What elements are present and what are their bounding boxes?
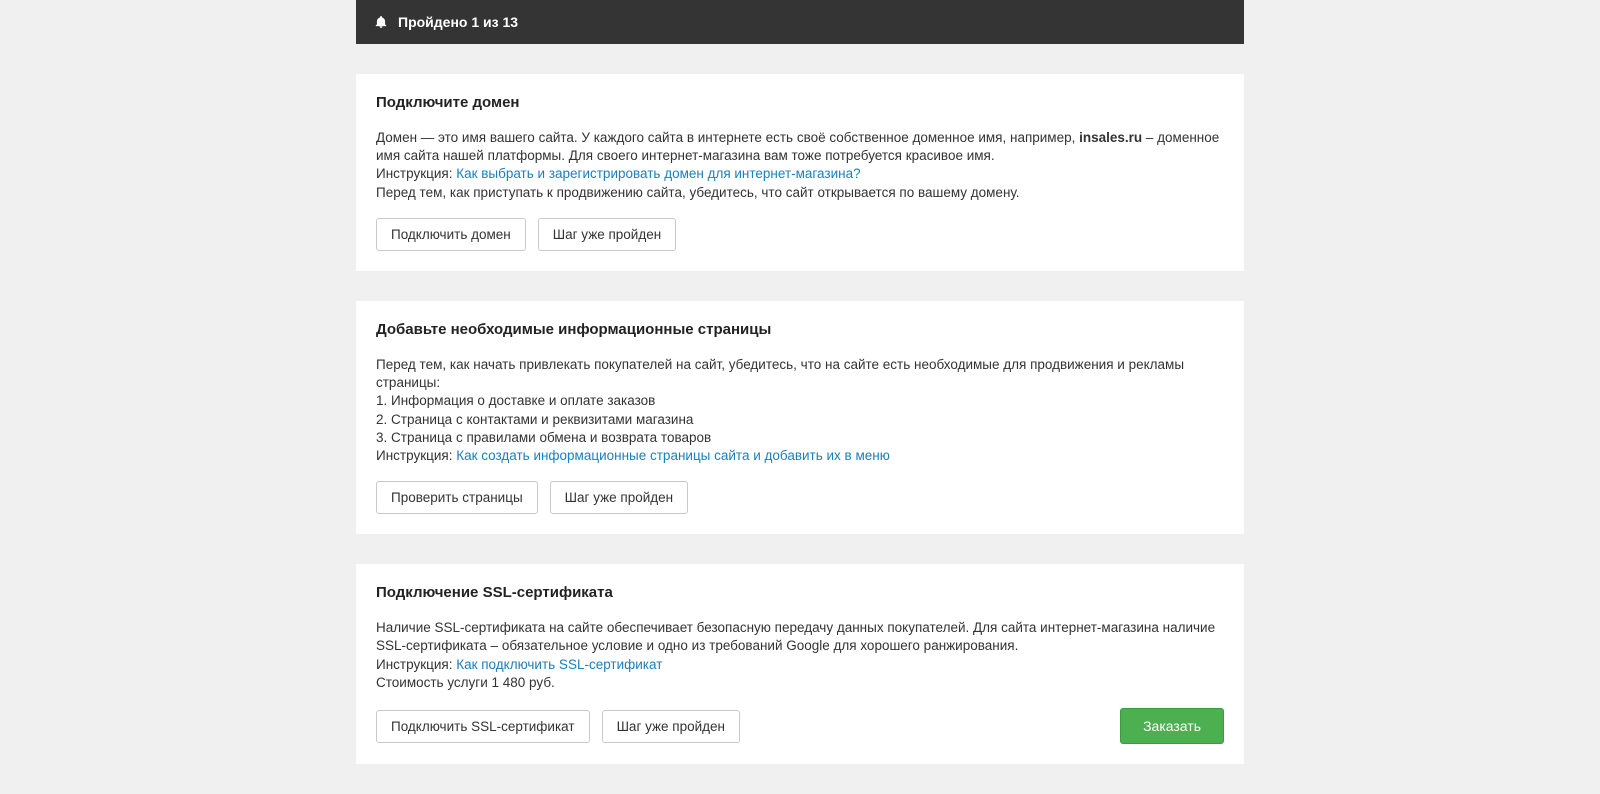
connect-ssl-button[interactable]: Подключить SSL-сертификат (376, 710, 590, 743)
card-description: Домен — это имя вашего сайта. У каждого … (376, 129, 1224, 165)
connect-domain-button[interactable]: Подключить домен (376, 218, 526, 251)
instruction-link[interactable]: Как выбрать и зарегистрировать домен для… (456, 166, 860, 181)
progress-text: Пройдено 1 из 13 (398, 14, 518, 30)
instruction-line: Инструкция: Как подключить SSL-сертифика… (376, 656, 1224, 674)
card-connect-domain: Подключите домен Домен — это имя вашего … (356, 74, 1244, 271)
list-item: 2. Страница с контактами и реквизитами м… (376, 411, 1224, 429)
card-title: Подключение SSL-сертификата (376, 584, 1224, 601)
step-done-button[interactable]: Шаг уже пройден (602, 710, 740, 743)
button-row: Проверить страницы Шаг уже пройден (376, 481, 1224, 514)
order-button[interactable]: Заказать (1120, 708, 1224, 744)
bell-icon (374, 15, 388, 29)
card-add-pages: Добавьте необходимые информационные стра… (356, 301, 1244, 534)
card-title: Подключите домен (376, 94, 1224, 111)
button-row: Подключить домен Шаг уже пройден (376, 218, 1224, 251)
cost-text: Стоимость услуги 1 480 руб. (376, 674, 1224, 692)
card-note: Перед тем, как приступать к продвижению … (376, 184, 1224, 202)
instruction-line: Инструкция: Как создать информационные с… (376, 447, 1224, 465)
instruction-link[interactable]: Как создать информационные страницы сайт… (456, 448, 890, 463)
button-row: Подключить SSL-сертификат Шаг уже пройде… (376, 708, 1224, 744)
step-done-button[interactable]: Шаг уже пройден (550, 481, 688, 514)
card-intro: Перед тем, как начать привлекать покупат… (376, 356, 1224, 392)
card-ssl: Подключение SSL-сертификата Наличие SSL-… (356, 564, 1244, 764)
domain-example: insales.ru (1079, 130, 1142, 145)
list-item: 3. Страница с правилами обмена и возврат… (376, 429, 1224, 447)
step-done-button[interactable]: Шаг уже пройден (538, 218, 676, 251)
progress-header: Пройдено 1 из 13 (356, 0, 1244, 44)
check-pages-button[interactable]: Проверить страницы (376, 481, 538, 514)
instruction-line: Инструкция: Как выбрать и зарегистрирова… (376, 165, 1224, 183)
card-description: Наличие SSL-сертификата на сайте обеспеч… (376, 619, 1224, 655)
card-title: Добавьте необходимые информационные стра… (376, 321, 1224, 338)
list-item: 1. Информация о доставке и оплате заказо… (376, 392, 1224, 410)
instruction-link[interactable]: Как подключить SSL-сертификат (456, 657, 662, 672)
